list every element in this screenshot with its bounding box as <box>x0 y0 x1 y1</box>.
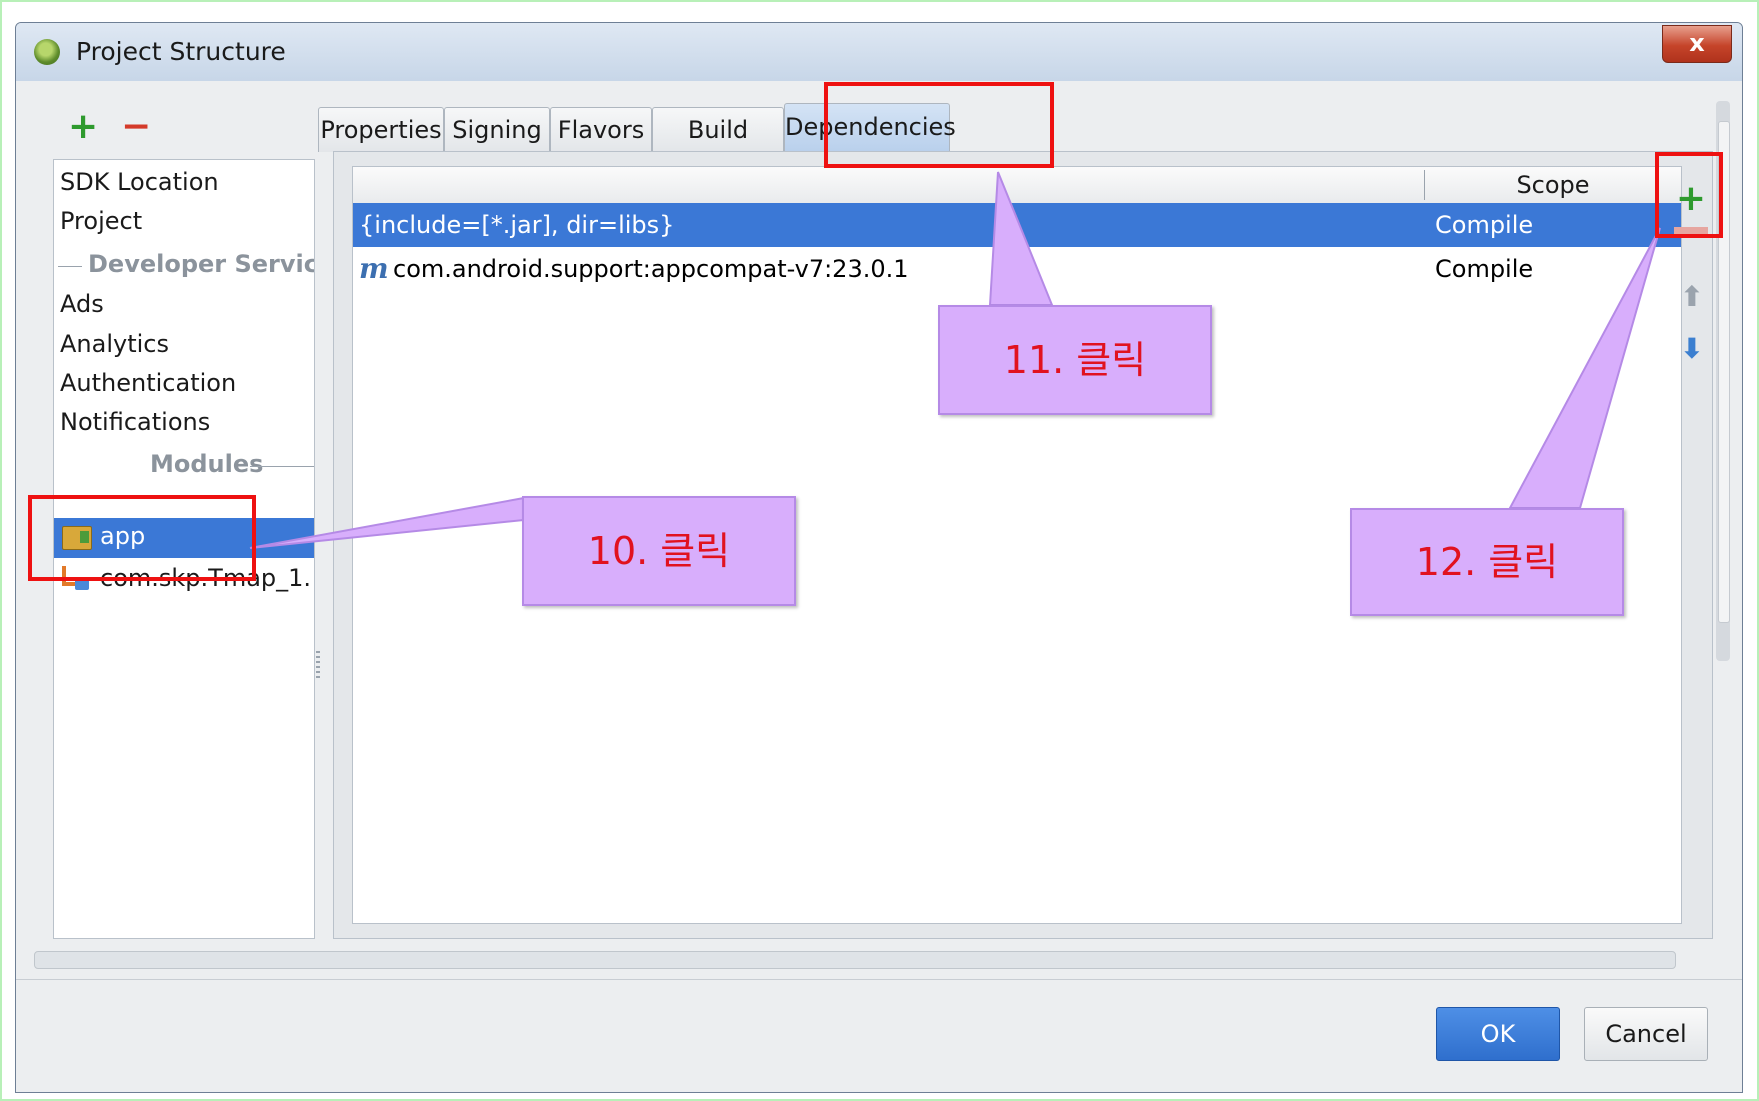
callout-step-12: 12. 클릭 <box>1350 508 1624 616</box>
callout-step-11: 11. 클릭 <box>938 305 1212 415</box>
highlight-add-dependency <box>1655 152 1723 238</box>
callout-pointer-12 <box>1508 227 1661 509</box>
highlight-dependencies-tab <box>824 82 1054 168</box>
highlight-app-module <box>28 495 256 581</box>
callout-pointer-10 <box>249 496 525 549</box>
callout-step-10: 10. 클릭 <box>522 496 796 606</box>
callout-pointer-11 <box>988 171 1054 306</box>
